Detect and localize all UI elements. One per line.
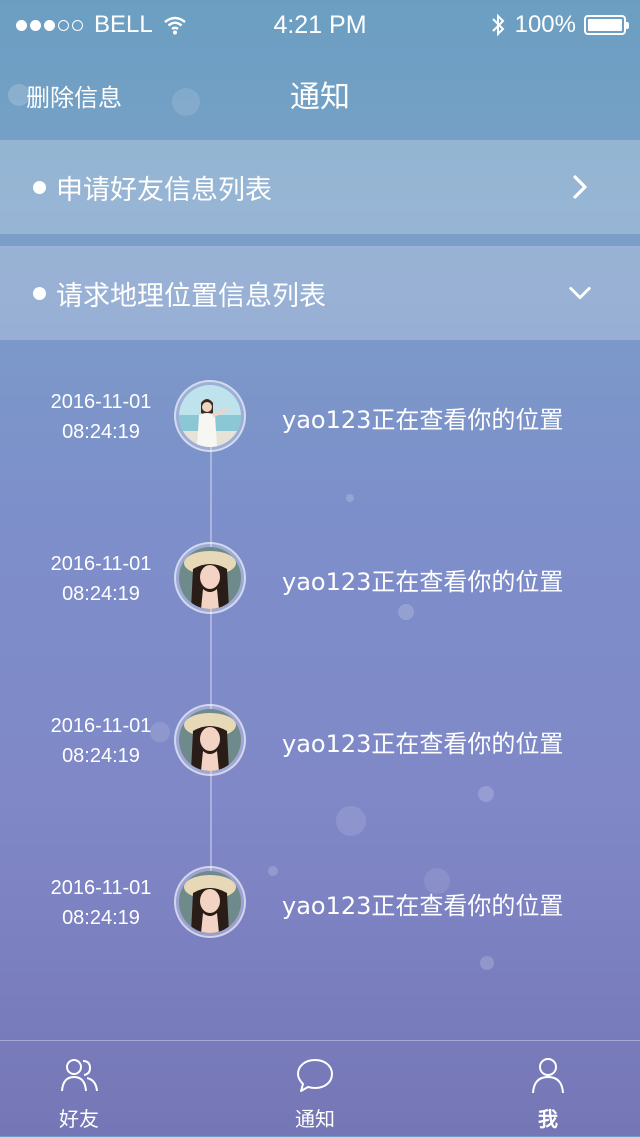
status-bar: BELL 4:21 PM 100% — [0, 0, 640, 50]
item-time: 08:24:19 — [62, 907, 140, 929]
tab-label: 好友 — [59, 1107, 99, 1131]
tab-me[interactable]: 我 — [488, 1041, 608, 1137]
chevron-right-icon — [568, 175, 592, 199]
nav-bar: 删除信息 通知 — [0, 50, 640, 138]
section-location-requests[interactable]: 请求地理位置信息列表 — [0, 246, 640, 340]
item-date: 2016-11-01 — [50, 553, 152, 575]
avatar-hat-image — [179, 871, 241, 933]
item-date: 2016-11-01 — [50, 877, 152, 899]
friends-icon — [61, 1059, 98, 1092]
tab-friends[interactable]: 好友 — [19, 1041, 139, 1137]
status-right: 100% — [491, 11, 629, 39]
item-date: 2016-11-01 — [50, 391, 152, 413]
tab-label: 通知 — [295, 1107, 335, 1131]
section-friend-requests[interactable]: 申请好友信息列表 — [0, 140, 640, 234]
bokeh-decoration — [346, 494, 354, 502]
page-title: 通知 — [290, 80, 350, 115]
list-item[interactable]: 2016-11-01 08:24:19 yao123正在查看你的位置 — [0, 866, 640, 946]
item-date: 2016-11-01 — [50, 715, 152, 737]
bluetooth-icon — [491, 13, 505, 37]
item-message: yao123正在查看你的位置 — [282, 406, 564, 434]
avatar-hat-image — [179, 547, 241, 609]
list-item[interactable]: 2016-11-01 08:24:19 yao123正在查看你的位置 — [0, 542, 640, 622]
list-item[interactable]: 2016-11-01 08:24:19 yao123正在查看你的位置 — [0, 704, 640, 784]
section-label: 请求地理位置信息列表 — [56, 280, 326, 312]
item-time: 08:24:19 — [62, 421, 140, 443]
avatar[interactable] — [174, 542, 246, 614]
item-time: 08:24:19 — [62, 583, 140, 605]
avatar-hat-image — [179, 709, 241, 771]
battery-icon — [584, 15, 629, 35]
item-message: yao123正在查看你的位置 — [282, 892, 564, 920]
person-icon — [532, 1058, 564, 1094]
item-time: 08:24:19 — [62, 745, 140, 767]
battery-percent: 100% — [514, 11, 576, 38]
item-message: yao123正在查看你的位置 — [282, 568, 564, 596]
tab-label: 我 — [538, 1107, 558, 1131]
tab-notifications[interactable]: 通知 — [255, 1041, 375, 1137]
chevron-down-icon — [568, 281, 592, 305]
list-item[interactable]: 2016-11-01 08:24:19 yao123正在查看你的位置 — [0, 380, 640, 460]
bokeh-decoration — [478, 786, 494, 802]
avatar[interactable] — [174, 866, 246, 938]
avatar[interactable] — [174, 380, 246, 452]
bullet-icon — [33, 286, 46, 300]
avatar[interactable] — [174, 704, 246, 776]
avatar-beach-image — [179, 385, 241, 447]
tab-bar: 好友 通知 我 — [0, 1040, 640, 1137]
chat-bubble-icon — [297, 1059, 333, 1092]
timeline-connector — [210, 445, 212, 915]
bullet-icon — [33, 180, 46, 194]
bokeh-decoration — [336, 806, 366, 836]
bokeh-decoration — [480, 956, 494, 970]
item-message: yao123正在查看你的位置 — [282, 730, 564, 758]
section-label: 申请好友信息列表 — [56, 174, 272, 206]
